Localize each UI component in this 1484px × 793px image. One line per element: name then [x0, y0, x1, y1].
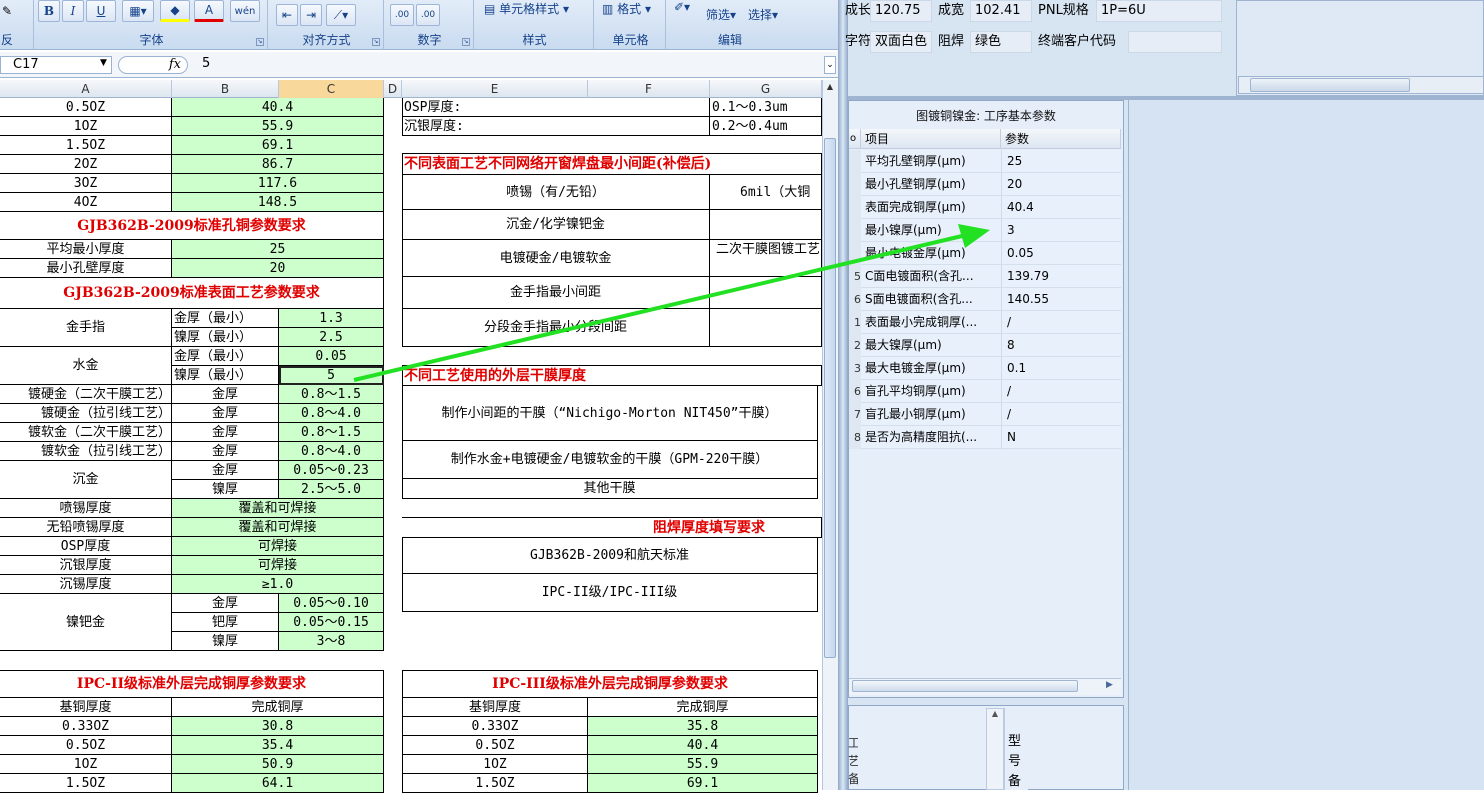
annotation-arrow	[353, 234, 963, 382]
annotation-arrow-svg	[353, 224, 990, 382]
arrowhead	[958, 224, 990, 248]
